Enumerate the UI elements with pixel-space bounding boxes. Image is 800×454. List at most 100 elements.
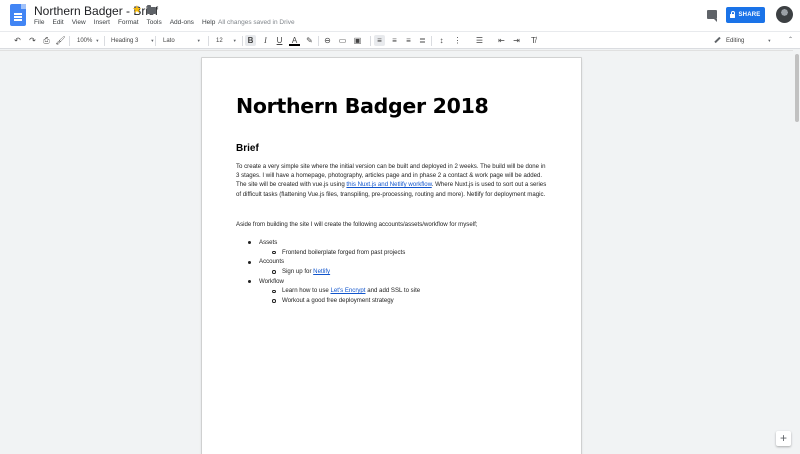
toolbar-divider — [208, 36, 209, 46]
toolbar-divider — [318, 36, 319, 46]
justify-icon[interactable]: ≣ — [417, 35, 428, 46]
chevron-down-icon: ▼ — [232, 38, 237, 43]
font-size-select[interactable]: 12 ▼ — [216, 35, 237, 46]
list-item-label: Workflow — [259, 277, 284, 285]
toolbar-divider — [155, 36, 156, 46]
menu-insert[interactable]: Insert — [90, 18, 114, 28]
scrollbar-thumb[interactable] — [795, 54, 799, 122]
document-heading[interactable]: Northern Badger 2018 — [236, 94, 489, 118]
comment-add-icon[interactable]: ▭ — [337, 35, 348, 46]
collapse-icon[interactable]: ⌃ — [788, 35, 793, 46]
list-item-label: Frontend boilerplate forged from past pr… — [282, 248, 406, 256]
bullet — [248, 280, 251, 284]
list-item[interactable]: Workflow — [236, 277, 548, 287]
chevron-down-icon: ▼ — [95, 38, 100, 43]
toolbar-divider — [242, 36, 243, 46]
ruler — [0, 50, 800, 51]
menu-format[interactable]: Format — [114, 18, 143, 28]
mode-label: Editing — [726, 38, 745, 44]
menu-bar: File Edit View Insert Format Tools Add-o… — [30, 18, 219, 28]
section-heading[interactable]: Brief — [236, 143, 259, 154]
lets-encrypt-link[interactable]: Let's Encrypt — [330, 287, 365, 294]
bullet — [272, 270, 276, 274]
print-icon[interactable]: ⎙ — [41, 35, 52, 46]
docs-icon[interactable] — [10, 4, 26, 26]
align-center-icon[interactable]: ≡ — [389, 35, 400, 46]
pencil-icon — [714, 37, 721, 44]
list-item[interactable]: Assets — [236, 238, 548, 248]
menu-tools[interactable]: Tools — [143, 18, 166, 28]
highlight-icon[interactable]: ✎ — [304, 35, 315, 46]
avatar[interactable] — [776, 6, 793, 23]
font-size-value: 12 — [216, 38, 223, 44]
app-header: Northern Badger - Brief ★ File Edit View… — [0, 0, 800, 31]
undo-icon[interactable]: ↶ — [12, 35, 23, 46]
list-item-label: Learn how to use — [282, 287, 331, 295]
redo-icon[interactable]: ↷ — [27, 35, 38, 46]
style-select[interactable]: Heading 3 ▼ — [111, 35, 154, 46]
list-item[interactable]: Sign up for Netlify — [236, 267, 548, 277]
zoom-value: 100% — [77, 38, 93, 44]
share-label: SHARE — [738, 12, 761, 18]
menu-addons[interactable]: Add-ons — [166, 18, 198, 28]
folder-icon[interactable] — [147, 5, 156, 14]
list-item[interactable]: Workout a good free deployment strategy — [236, 296, 548, 306]
menu-file[interactable]: File — [30, 18, 48, 28]
share-button[interactable]: SHARE — [726, 7, 765, 23]
toolbar-divider — [69, 36, 70, 46]
netlify-link[interactable]: Netlify — [313, 268, 330, 275]
task-list: Assets Frontend boilerplate forged from … — [236, 238, 548, 306]
align-left-icon[interactable]: ≡ — [374, 35, 385, 46]
list-item-label: Assets — [259, 239, 278, 246]
zoom-select[interactable]: 100% ▼ — [77, 35, 99, 46]
bullet — [248, 260, 251, 264]
save-status[interactable]: All changes saved in Drive — [218, 18, 295, 28]
chevron-down-icon: ▼ — [196, 38, 201, 43]
nuxt-netlify-link[interactable]: this Nuxt.js and Netlify workflow — [346, 181, 431, 188]
list-item[interactable]: Learn how to use Let's Encrypt and add S… — [236, 286, 548, 296]
link-icon[interactable]: ⊖ — [322, 35, 333, 46]
image-icon[interactable]: ▣ — [352, 35, 363, 46]
list-item[interactable]: Accounts — [236, 257, 548, 267]
comment-icon[interactable] — [707, 10, 717, 22]
increase-indent-icon[interactable]: ⇥ — [511, 35, 522, 46]
font-value: Lato — [163, 38, 175, 44]
list-item-label: Workout a good free deployment strategy — [282, 297, 394, 305]
text-color-icon[interactable]: A — [289, 35, 300, 46]
star-icon[interactable]: ★ — [132, 3, 142, 16]
bold-icon[interactable]: B — [245, 35, 256, 46]
bullet — [272, 250, 276, 255]
italic-icon[interactable]: I — [260, 35, 271, 46]
bulleted-list-icon[interactable]: ☰ — [474, 35, 485, 46]
underline-icon[interactable]: U — [274, 35, 285, 46]
line-spacing-icon[interactable]: ↕ — [436, 35, 447, 46]
paint-format-icon[interactable]: 🖌 — [55, 35, 66, 46]
brief-paragraph[interactable]: To create a very simple site where the i… — [236, 162, 548, 199]
document-canvas[interactable]: Northern Badger 2018 Brief To create a v… — [0, 50, 800, 454]
menu-view[interactable]: View — [68, 18, 90, 28]
clear-formatting-icon[interactable]: T̸ — [528, 35, 539, 46]
document-page[interactable]: Northern Badger 2018 Brief To create a v… — [202, 58, 581, 454]
list-item[interactable]: Frontend boilerplate forged from past pr… — [236, 248, 548, 258]
list-item-label: Accounts — [259, 258, 285, 266]
bullet — [272, 299, 276, 303]
font-select[interactable]: Lato ▼ — [163, 35, 201, 46]
menu-edit[interactable]: Edit — [48, 18, 67, 28]
bullet — [248, 241, 251, 245]
accounts-paragraph[interactable]: Aside from building the site I will crea… — [236, 220, 548, 229]
style-value: Heading 3 — [111, 38, 139, 44]
toolbar-divider — [431, 36, 432, 46]
chevron-down-icon: ▼ — [767, 38, 772, 43]
list-item-label-continued: and add SSL to site — [365, 287, 421, 295]
chevron-down-icon: ▼ — [150, 38, 155, 43]
editing-mode-select[interactable]: Editing ▼ — [714, 35, 771, 46]
explore-button[interactable]: + — [776, 431, 791, 446]
lock-icon — [730, 11, 736, 18]
decrease-indent-icon[interactable]: ⇤ — [496, 35, 507, 46]
numbered-list-icon[interactable]: ⋮ — [452, 35, 463, 46]
toolbar-divider — [104, 36, 105, 46]
menu-help[interactable]: Help — [198, 18, 219, 28]
bullet — [272, 289, 276, 294]
list-item-label: Sign up for — [282, 268, 314, 276]
align-right-icon[interactable]: ≡ — [403, 35, 414, 46]
